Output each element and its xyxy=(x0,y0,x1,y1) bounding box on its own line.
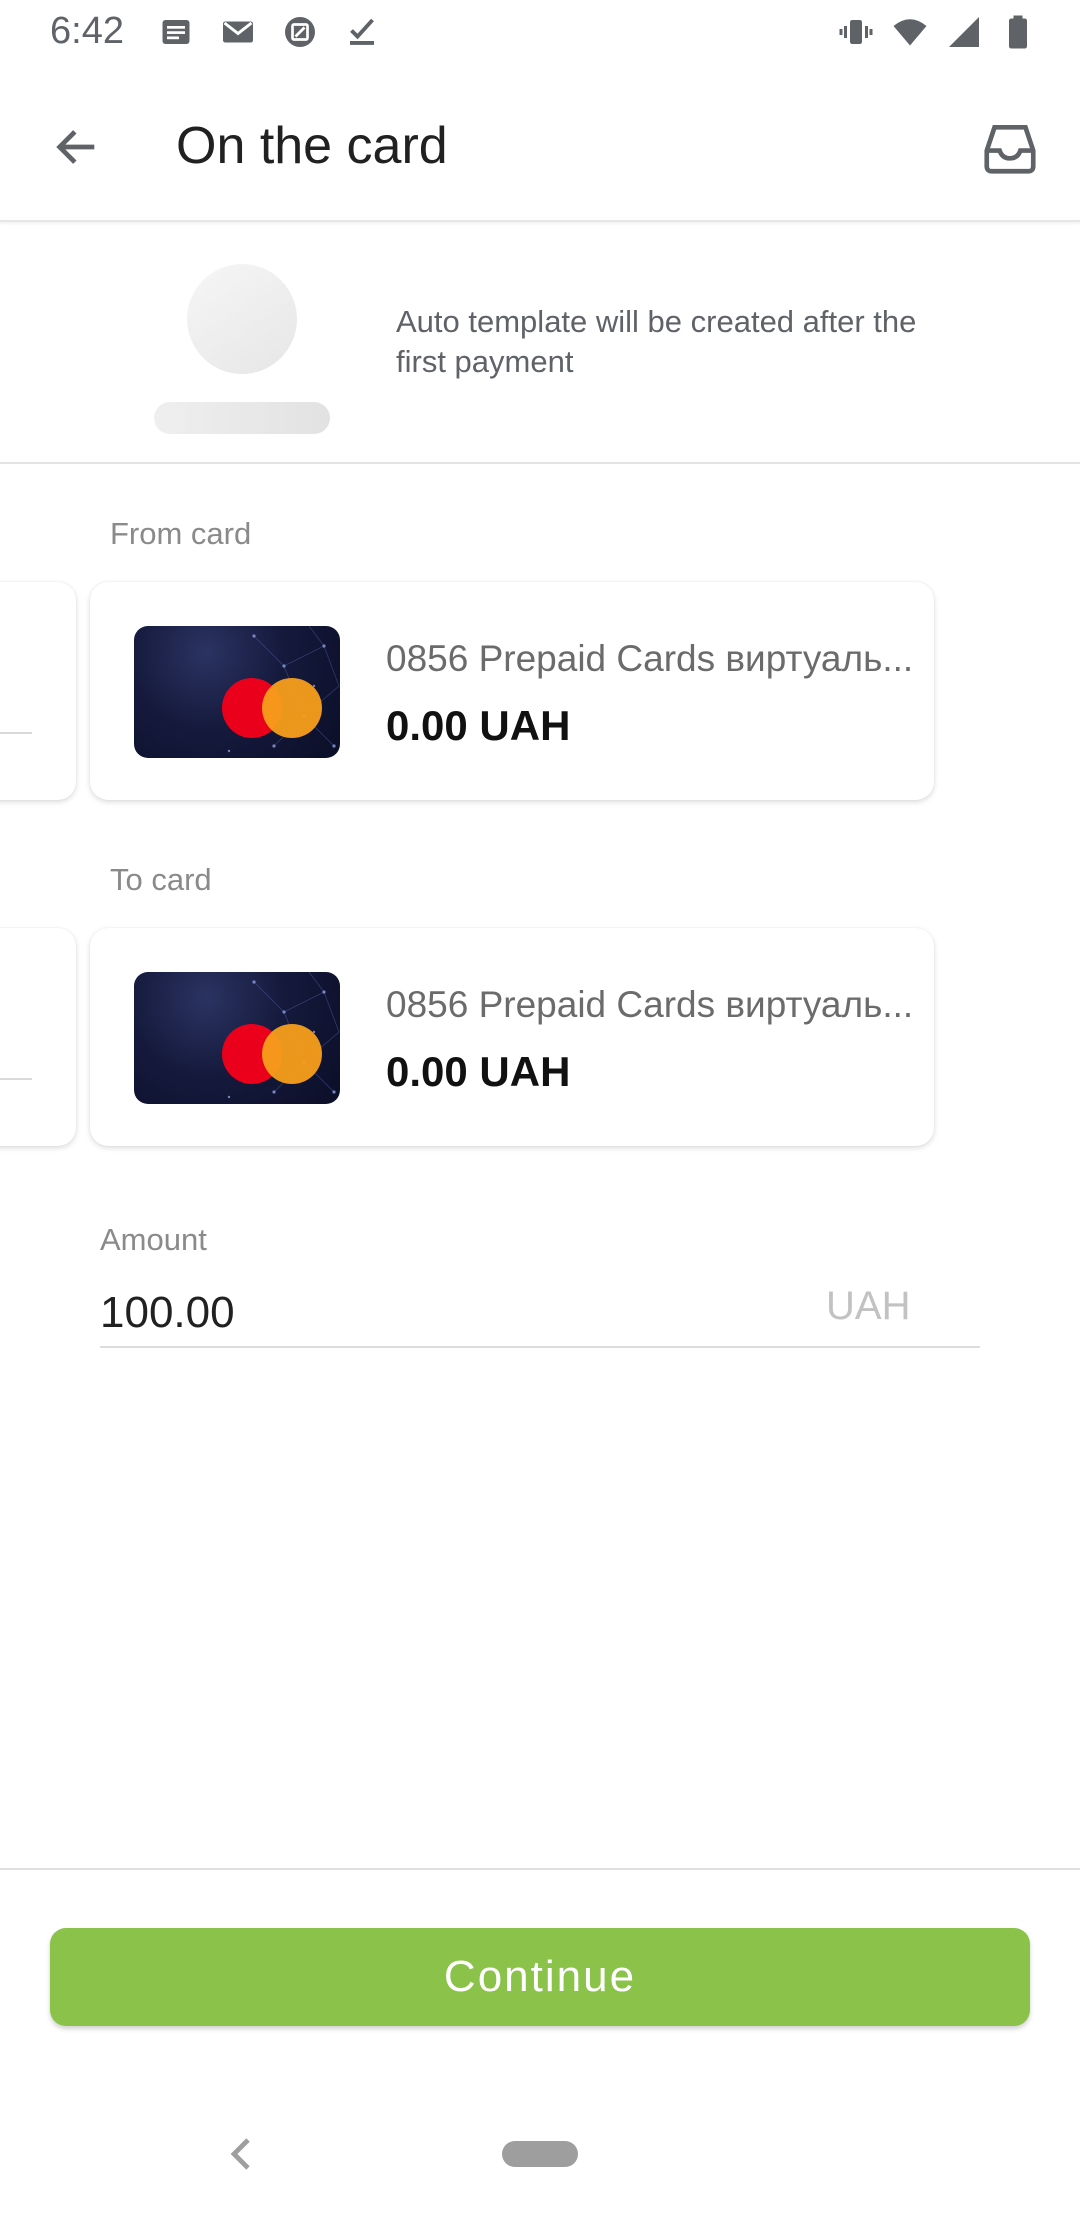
vibrate-icon xyxy=(839,20,873,44)
template-section: Auto template will be created after the … xyxy=(0,222,1080,464)
app-bar: On the card xyxy=(0,66,1080,222)
from-card-label: From card xyxy=(110,516,252,551)
wifi-icon xyxy=(893,19,927,46)
card-pattern xyxy=(222,626,340,753)
to-card-balance: 0.00 UAH xyxy=(386,1048,571,1095)
arrow-left-icon xyxy=(56,130,95,164)
bottom-divider xyxy=(0,1868,1080,1870)
nav-back-icon[interactable] xyxy=(222,2134,258,2174)
checklist-icon xyxy=(350,18,374,45)
from-card-tile[interactable]: 0856 Prepaid Cards виртуаль... 0.00 UAH xyxy=(90,582,934,800)
from-card-name: 0856 Prepaid Cards виртуаль... xyxy=(386,638,914,679)
previous-card-tile[interactable] xyxy=(0,582,76,800)
to-card-label: To card xyxy=(110,862,212,897)
signal-icon xyxy=(949,17,979,47)
to-card-name: 0856 Prepaid Cards виртуаль... xyxy=(386,984,914,1025)
status-bar: 6:42 xyxy=(0,0,1080,66)
status-time: 6:42 xyxy=(50,10,124,52)
mastercard-orange-circle xyxy=(262,678,322,738)
mastercard-orange-circle xyxy=(262,1024,322,1084)
previous-card-tile[interactable] xyxy=(0,928,76,1146)
back-button[interactable] xyxy=(42,112,112,182)
from-card-balance: 0.00 UAH xyxy=(386,702,571,749)
mastercard-card-image xyxy=(134,626,340,758)
amount-label: Amount xyxy=(100,1222,207,1257)
system-icons xyxy=(838,14,1036,50)
app-icon xyxy=(285,17,315,47)
battery-icon xyxy=(1009,15,1027,49)
page-title: On the card xyxy=(176,117,448,175)
card-pattern xyxy=(222,972,340,1099)
divider xyxy=(0,1078,32,1080)
inbox-icon xyxy=(984,125,1036,174)
inbox-button[interactable] xyxy=(970,108,1050,188)
amount-currency: UAH xyxy=(826,1284,911,1328)
continue-button[interactable]: Continue xyxy=(50,1928,1030,2026)
mail-icon xyxy=(223,21,253,43)
avatar-placeholder xyxy=(187,264,297,374)
to-card-tile[interactable]: 0856 Prepaid Cards виртуаль... 0.00 UAH xyxy=(90,928,934,1146)
name-placeholder xyxy=(154,402,330,434)
nav-home-pill[interactable] xyxy=(502,2141,578,2167)
news-icon xyxy=(162,20,190,44)
notification-icons xyxy=(158,14,380,50)
auto-template-info: Auto template will be created after the … xyxy=(396,304,917,379)
divider xyxy=(0,732,32,734)
mastercard-card-image xyxy=(134,972,340,1104)
